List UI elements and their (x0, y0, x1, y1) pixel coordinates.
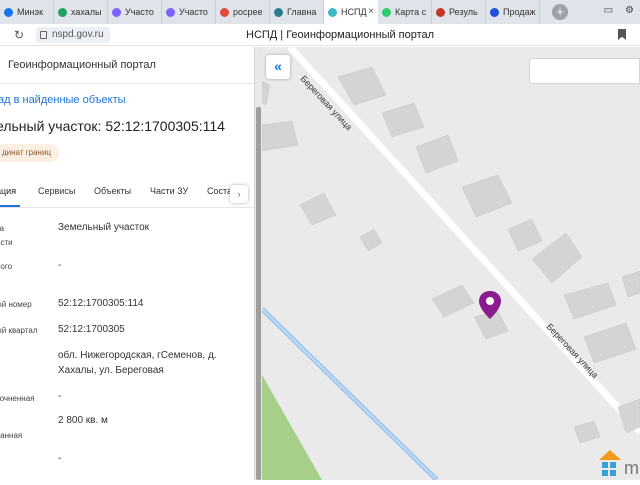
row-label: та (0, 224, 5, 233)
browser-tab[interactable]: Главна (270, 0, 324, 24)
browser-tab[interactable]: хахалы (54, 0, 108, 24)
row-value-area: 2 800 кв. м (58, 415, 108, 426)
row-value: - (58, 453, 62, 464)
back-link-label: ад в найденные объекты (0, 94, 126, 106)
tab-favicon-icon (58, 7, 67, 17)
bookmark-icon[interactable] (618, 29, 626, 40)
url-field[interactable]: nspd.gov.ru (36, 26, 110, 43)
tab-search-icon[interactable]: ▭ (604, 5, 613, 16)
building (621, 270, 640, 298)
tab-parcel-parts[interactable]: Части ЗУ (150, 186, 188, 196)
panel-tabs: ация Сервисы Объекты Части ЗУ Соста › (0, 180, 254, 208)
building (359, 228, 383, 252)
building (461, 174, 513, 218)
row-label: точненная (0, 394, 35, 403)
settings-icon[interactable]: ⚙ (625, 5, 634, 16)
building (617, 398, 640, 434)
tab-label: Резуль (449, 7, 478, 17)
back-to-results-link[interactable]: ад в найденные объекты (0, 94, 126, 106)
row-label: ного (0, 262, 13, 271)
boundary-coordinates-chip[interactable]: динат границ (0, 144, 59, 162)
browser-tab[interactable]: НСПД × (324, 0, 378, 24)
map-search-input[interactable] (529, 58, 640, 84)
green-area (262, 375, 322, 480)
tab-objects[interactable]: Объекты (94, 186, 131, 196)
row-value: - (58, 391, 62, 402)
tab-services[interactable]: Сервисы (38, 186, 75, 196)
browser-tab[interactable]: Минэк (0, 0, 54, 24)
page-title: НСПД | Геоинформационный портал (246, 29, 435, 41)
tab-favicon-icon (436, 7, 445, 17)
tab-label: Карта с (395, 7, 427, 17)
tab-list: Минэк хахалы Участо Участо росрее Главна НСПД ×… (0, 0, 540, 24)
building (337, 66, 387, 106)
row-label: ый квартал (0, 326, 38, 335)
url-text: nspd.gov.ru (52, 29, 104, 40)
tab-favicon-icon (166, 7, 175, 17)
row-value-type: Земельный участок (58, 222, 150, 233)
tab-label: Участо (179, 7, 208, 17)
tab-label: Участо (125, 7, 154, 17)
row-label: ости (0, 238, 13, 247)
browser-tab-strip: Минэк хахалы Участо Участо росрее Главна НСПД ×… (0, 0, 640, 24)
tab-label: Продаж (503, 7, 536, 17)
browser-tab[interactable]: Продаж (486, 0, 540, 24)
parcel-title: ельный участок: 52:12:1700305:114 (0, 118, 225, 134)
divider (0, 83, 254, 84)
collapse-panel-button[interactable]: « (266, 55, 290, 79)
row-value-address: обл. Нижегородская, гСеменов, д. Хахалы,… (58, 350, 217, 376)
window-controls: ▭ ⚙ (604, 5, 634, 16)
object-info-panel: Геоинформационный портал ад в найденные … (0, 47, 254, 480)
map-view[interactable]: Береговая улица Береговая улица (262, 47, 640, 480)
building (262, 120, 299, 152)
tab-label: Главна (287, 7, 317, 17)
tab-label: росрее (233, 7, 263, 17)
active-tab-indicator (0, 205, 20, 207)
row-value-cadastral-number: 52:12:1700305:114 (58, 298, 144, 309)
portal-title: Геоинформационный портал (8, 59, 156, 71)
tab-label: хахалы (71, 7, 102, 17)
row-value: - (58, 260, 62, 271)
building (563, 282, 617, 320)
building (431, 284, 475, 318)
tab-favicon-icon (112, 7, 121, 17)
reload-icon[interactable]: ↻ (14, 28, 28, 42)
browser-tab[interactable]: росрее (216, 0, 270, 24)
browser-tab[interactable]: Резуль (432, 0, 486, 24)
site-logo: m (597, 447, 640, 480)
tab-information[interactable]: ация (0, 186, 16, 196)
lock-icon (40, 30, 47, 39)
row-label: ванная (0, 431, 23, 440)
tab-favicon-icon (220, 7, 229, 17)
scrollbar-thumb[interactable] (256, 107, 261, 480)
tab-favicon-icon (490, 7, 499, 17)
tab-favicon-icon (382, 7, 391, 17)
building (583, 322, 637, 364)
browser-tab[interactable]: Участо (108, 0, 162, 24)
logo-letter: m (624, 458, 639, 478)
browser-tab[interactable]: Карта с (378, 0, 432, 24)
tab-favicon-icon (4, 7, 13, 17)
map-canvas[interactable]: Береговая улица Береговая улица (262, 47, 640, 480)
tab-label: НСПД (341, 7, 367, 17)
building (573, 420, 601, 444)
building (507, 218, 543, 252)
browser-tab[interactable]: Участо (162, 0, 216, 24)
tab-favicon-icon (328, 7, 337, 17)
buildings (262, 66, 640, 444)
building (381, 102, 425, 138)
panel-scrollbar[interactable] (254, 47, 262, 480)
house-logo-icon: m (599, 450, 639, 478)
tabs-scroll-right-button[interactable]: › (230, 185, 248, 203)
address-bar: ↻ nspd.gov.ru НСПД | Геоинформационный п… (0, 24, 640, 46)
row-label: ый номер (0, 300, 32, 309)
tab-close-icon[interactable]: × (368, 6, 374, 17)
new-tab-button[interactable]: + (552, 4, 568, 20)
row-value-cadastral-quarter: 52:12:1700305 (58, 324, 125, 335)
tab-composition[interactable]: Соста (207, 186, 232, 196)
building (262, 80, 271, 106)
tab-favicon-icon (274, 7, 283, 17)
tab-label: Минэк (17, 7, 44, 17)
